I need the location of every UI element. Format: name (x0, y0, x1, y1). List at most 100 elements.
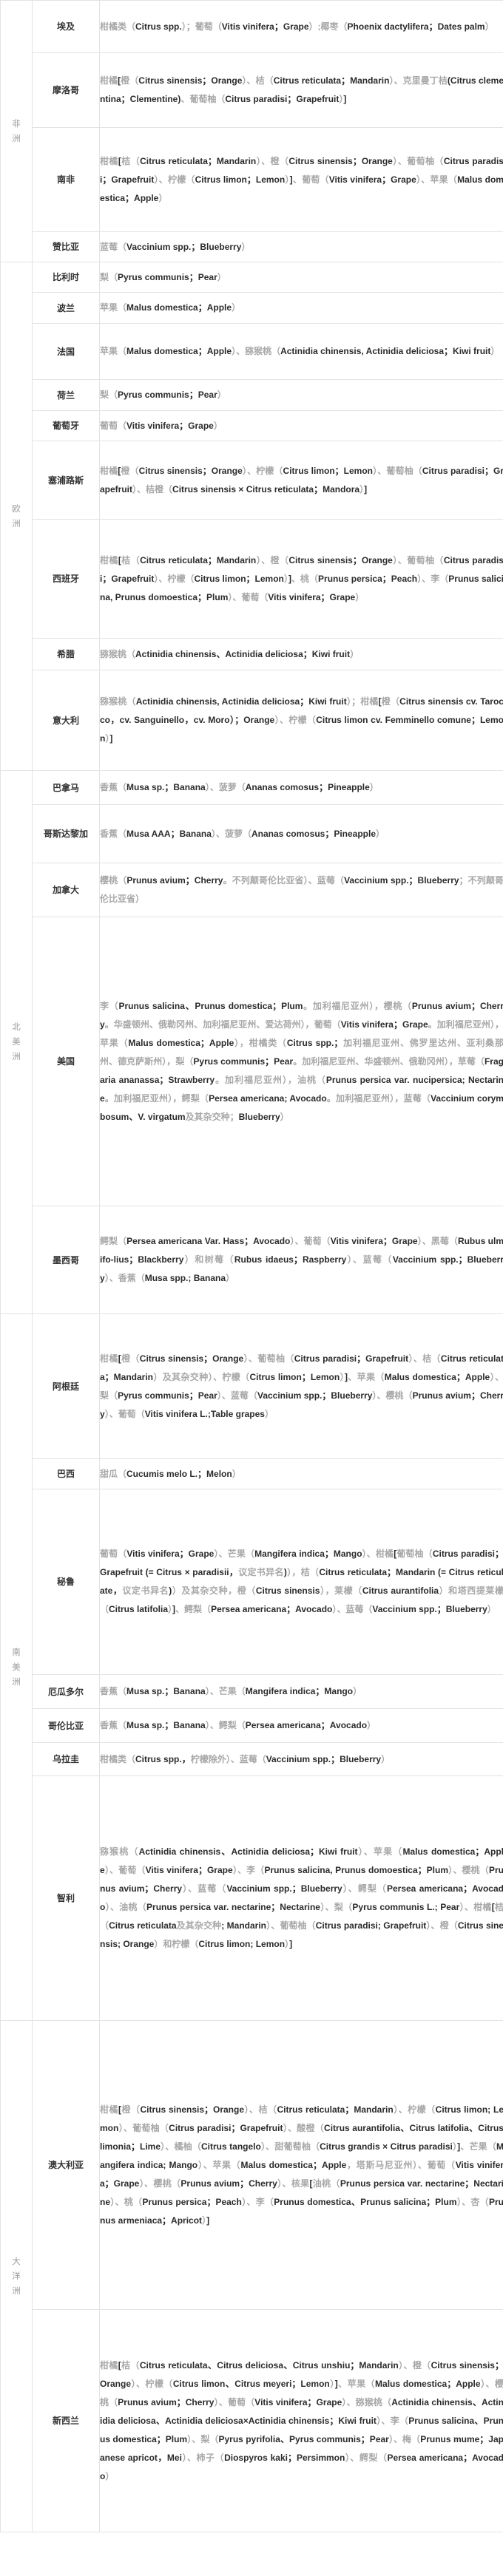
chinese-name: ）、芒果（ (214, 1549, 255, 1559)
table-row: 厄瓜多尔 香蕉（Musa sp.；Banana）、芒果（Mangifera ind… (1, 1674, 503, 1709)
chinese-name: ）、苹果（ (357, 1846, 403, 1857)
chinese-name: 柑橘 (100, 155, 118, 166)
chinese-name: 橙（ (121, 465, 139, 476)
scientific-name: Citrus grandis × Citrus paradisi (320, 2141, 453, 2152)
scientific-name: Citrus sinensis；Orange (138, 75, 243, 86)
chinese-name: 猕猴桃（ (100, 648, 136, 659)
scientific-name: Citrus reticulata；Mandarin (277, 2104, 394, 2115)
fruit-list-cell: 樱桃（Prunus avium；Cherry。不列颠哥伦比亚省）、蓝莓（Vacc… (99, 863, 503, 917)
scientific-name: Pyrus pyrifolia、Pyrus communis；Pear (218, 2433, 389, 2444)
chinese-name: ）、桔（ (242, 75, 274, 86)
chinese-name: ）、蓝莓（ (182, 1883, 227, 1894)
chinese-name: ） (226, 1273, 235, 1283)
continent-cell: 北美洲 (0, 770, 33, 1314)
scientific-name: Persea americana；Avocado (211, 1604, 333, 1614)
country-cell: 比利时 (32, 262, 100, 293)
continent-label: 北美洲 (12, 1023, 21, 1061)
chinese-name: 樱桃（ (100, 875, 127, 886)
chinese-name: ） (353, 1686, 362, 1696)
country-cell: 澳大利亚 (32, 2020, 100, 2310)
chinese-name: 。加利福尼亚州），鳄梨（ (104, 1092, 209, 1104)
fruit-list-cell: 柑橘类（Citrus spp.）；葡萄（Vitis vinifera；Grape… (99, 0, 503, 53)
table-row: 哥斯达黎加 香蕉（Musa AAA；Banana）、菠萝（Ananas comos… (1, 804, 503, 863)
table-row: 非洲 埃及 柑橘类（Citrus spp.）；葡萄（Vitis vinifera；G… (0, 0, 503, 262)
chinese-name: ）、李（ (232, 1865, 265, 1875)
chinese-name: ） (241, 241, 251, 252)
chinese-name: ）、柠檬（ (242, 465, 283, 476)
chinese-name: ）、柠檬（ (131, 2378, 173, 2389)
table-row: 美国 李（Prunus salicina、Prunus domestica；Plu… (1, 917, 503, 1206)
chinese-name: ）、梅（ (388, 2433, 421, 2444)
chinese-name: ） (232, 1468, 241, 1479)
continent-label: 南美洲 (12, 1648, 21, 1687)
chinese-name: ）及其杂交种，橙（ (172, 1586, 256, 1596)
scientific-name: Vaccinium spp.；Blueberry (126, 241, 242, 252)
chinese-name: 梨（ (100, 390, 118, 400)
chinese-name: 。加利福尼亚州），樱桃（ (303, 1000, 412, 1011)
scientific-name: Actinidia chinensis, Actinidia deliciosa… (280, 346, 491, 356)
chinese-name: ）及其杂交种）、柠檬（ (153, 1371, 250, 1382)
fruit-list-cell: 苹果（Malus domestica；Apple）、猕猴桃（Actinidia … (99, 323, 503, 380)
scientific-name: Pyrus communis；Pear (118, 271, 217, 282)
chinese-name: ）、酸橙（ (283, 2122, 325, 2133)
chinese-name: ）、猕猴桃（ (342, 2396, 392, 2407)
scientific-name: Ananas comosus；Pineapple (251, 828, 377, 839)
chinese-name: 橙（ (121, 75, 139, 86)
chinese-name: ）、柠檬（ (154, 174, 195, 185)
chinese-name: ）、苹果（ (416, 174, 458, 185)
scientific-name: Citrus latifolia (109, 1604, 169, 1614)
chinese-name: 猕猴桃（ (100, 696, 136, 707)
table-row: 巴西 甜瓜（Cucumis melo L.；Melon） (1, 1458, 503, 1489)
chinese-name: ） (369, 782, 379, 792)
scientific-name: Ananas comosus；Pineapple (245, 782, 370, 792)
scientific-name: Vaccinium spp.；Blueberry (372, 1604, 487, 1614)
country-cell: 巴拿马 (32, 770, 100, 805)
table-row: 摩洛哥 柑橘[橙（Citrus sinensis；Orange）、桔（Citrus… (1, 52, 503, 128)
country-cell: 波兰 (32, 292, 100, 324)
scientific-name: Prunus avium；Cherry (180, 2178, 277, 2189)
chinese-name: 橙（ (121, 1353, 140, 1364)
continent-cell: 大洋洲 (0, 2020, 33, 2532)
continent-label: 大洋洲 (12, 2257, 21, 2296)
chinese-name: 柑橘 (100, 2104, 118, 2115)
table-row: 加拿大 樱桃（Prunus avium；Cherry。不列颠哥伦比亚省）、蓝莓（V… (1, 863, 503, 917)
chinese-name: 李（ (100, 1000, 119, 1011)
chinese-name: ）、油桃（ (105, 1902, 147, 1912)
chinese-name: 及其杂交种 (176, 1920, 222, 1931)
chinese-name: ）、芒果（ (205, 1686, 246, 1696)
chinese-name: ）、核果 (277, 2178, 310, 2189)
chinese-name: ）、葡萄柚（ (392, 554, 444, 565)
chinese-name: ） (350, 648, 359, 659)
scientific-name: Malus domestica；Apple (384, 1371, 490, 1382)
chinese-name: 。加利福尼亚州），油桃（ (215, 1074, 326, 1085)
scientific-name: Citrus spp.， (135, 1753, 191, 1764)
fruit-list-cell: 柑橘[桔（Citrus reticulata；Mandarin）、橙（Citru… (99, 127, 503, 232)
chinese-name: ）、鳄梨（ (342, 1883, 387, 1894)
scientific-name: Prunus salicina, Prunus domoestica；Plum (264, 1865, 448, 1875)
fruit-list-cell: 猕猴桃（Actinidia chinensis、Actinidia delici… (99, 1775, 503, 2021)
fruit-list-cell: 葡萄（Vitis vinifera；Grape）、芒果（Mangifera in… (99, 1489, 503, 1675)
fruit-list-cell: 梨（Pyrus communis；Pear） (99, 379, 503, 411)
fruit-list-cell: 甜瓜（Cucumis melo L.；Melon） (99, 1458, 503, 1489)
chinese-name: 。加利福尼亚州），蓝莓（ (326, 1092, 431, 1104)
chinese-name: ）、柠檬（ (393, 2104, 436, 2115)
chinese-name: ）、猕猴桃（ (232, 346, 281, 356)
chinese-name: ）、蓝莓（ (332, 1604, 373, 1614)
scientific-name: Musa sp.；Banana (126, 1720, 206, 1730)
scientific-name: Citrus sinensis；Orange (139, 1353, 244, 1364)
fruit-import-table: 非洲 埃及 柑橘类（Citrus spp.）；葡萄（Vitis vinifera；G… (0, 0, 503, 2532)
chinese-name: 葡萄柚（ (396, 1549, 433, 1559)
chinese-name: ）、柑橘 (459, 1902, 492, 1912)
table-row: 南美洲 阿根廷 柑橘[橙（Citrus sinensis；Orange）、葡萄柚（C… (0, 1314, 503, 2021)
scientific-name: Rubus idaeus；Raspberry (234, 1254, 347, 1265)
fruit-list-cell: 柑橘[橙（Citrus sinensis；Orange）、桔（Citrus re… (99, 52, 503, 128)
chinese-name: 议定书异名 (238, 1567, 284, 1577)
scientific-name: Citrus reticulata、Citrus deliciosa、Citru… (139, 2359, 399, 2371)
fruit-list-cell: 香蕉（Musa AAA；Banana）、菠萝（Ananas comosus；Pi… (99, 804, 503, 863)
chinese-name: ）、鳄梨（ (345, 2452, 388, 2463)
chinese-name: 桔（ (121, 155, 141, 166)
chinese-name: ）、橙（ (256, 554, 289, 565)
chinese-name: ） (485, 21, 494, 32)
table-row: 欧洲 比利时 梨（Pyrus communis；Pear） (0, 262, 503, 771)
chinese-name: ）、梨（ (187, 2433, 219, 2444)
